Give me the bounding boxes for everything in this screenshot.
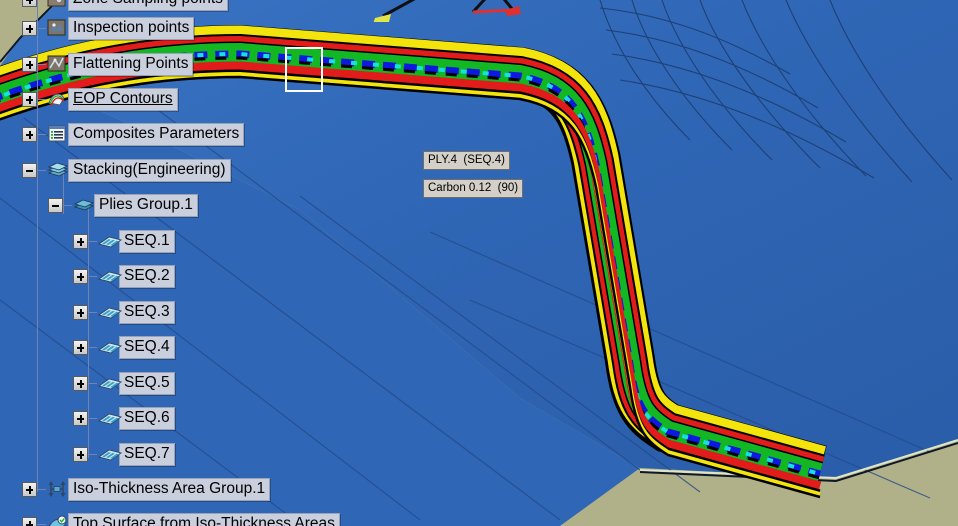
tree-label-seq-7[interactable]: SEQ.7	[119, 442, 175, 466]
compass-y-tip	[373, 14, 391, 22]
tree-connector	[37, 63, 46, 65]
tree-node-seq-3[interactable]: SEQ.3	[73, 300, 175, 324]
tree-node-seq-4[interactable]: SEQ.4	[73, 335, 175, 359]
tree-connector	[37, 27, 46, 29]
tree-label-top-surface[interactable]: Top Surface from Iso-Thickness Areas	[68, 512, 340, 526]
tree-connector	[37, 523, 46, 525]
expander-plus-icon[interactable]	[22, 126, 37, 142]
tree-label-seq-5[interactable]: SEQ.5	[119, 371, 175, 395]
tree-node-composites-parameters[interactable]: Composites Parameters	[22, 122, 245, 146]
expander-plus-icon[interactable]	[73, 446, 88, 462]
composites-parameters-icon	[46, 124, 68, 144]
tree-connector	[37, 169, 46, 171]
expander-plus-icon[interactable]	[22, 516, 37, 526]
sequence-icon	[97, 266, 123, 286]
tree-connector	[88, 275, 97, 277]
expander-plus-icon[interactable]	[22, 91, 37, 107]
tree-label-flattening-points[interactable]: Flattening Points	[68, 52, 194, 76]
tree-connector	[88, 382, 97, 384]
tree-connector	[88, 417, 97, 419]
eop-contours-icon	[46, 89, 68, 109]
tree-node-plies-group[interactable]: Plies Group.1	[48, 193, 198, 217]
expander-plus-icon[interactable]	[73, 233, 88, 249]
tree-node-seq-1[interactable]: SEQ.1	[73, 229, 175, 253]
tree-node-zone-sampling-points[interactable]: Zone Sampling points	[22, 0, 228, 11]
ply-callout-id[interactable]: PLY.4 (SEQ.4)	[423, 151, 510, 170]
zone-sampling-points-icon	[46, 0, 68, 9]
ply-selection-rectangle[interactable]	[285, 47, 323, 92]
tree-connector	[37, 488, 46, 490]
expander-plus-icon[interactable]	[73, 375, 88, 391]
tree-label-seq-1[interactable]: SEQ.1	[119, 229, 175, 253]
tree-node-stacking[interactable]: Stacking(Engineering)	[22, 158, 231, 182]
tree-label-eop-contours[interactable]: EOP Contours	[68, 87, 178, 111]
tree-connector	[63, 204, 72, 206]
ply-callout-mat[interactable]: Carbon 0.12 (90)	[423, 179, 524, 198]
tree-label-plies-group[interactable]: Plies Group.1	[94, 193, 198, 217]
tree-node-flattening-points[interactable]: Flattening Points	[22, 52, 194, 76]
top-surface-icon	[46, 514, 68, 526]
expander-plus-icon[interactable]	[73, 268, 88, 284]
tree-node-seq-5[interactable]: SEQ.5	[73, 371, 175, 395]
tree-connector	[88, 311, 97, 313]
sequence-icon	[97, 337, 123, 357]
expander-plus-icon[interactable]	[73, 339, 88, 355]
tree-node-iso-thickness-area-group[interactable]: Iso-Thickness Area Group.1	[22, 477, 271, 501]
sequence-icon	[97, 408, 123, 428]
tree-connector	[88, 346, 97, 348]
expander-plus-icon[interactable]	[22, 20, 37, 36]
stacking-icon	[46, 160, 69, 180]
catia-composites-window: PLY.4 (SEQ.4) Carbon 0.12 (90) Zone Samp…	[0, 0, 958, 526]
tree-label-seq-2[interactable]: SEQ.2	[119, 264, 175, 288]
tree-label-stacking[interactable]: Stacking(Engineering)	[68, 158, 231, 182]
iso-thickness-area-icon	[46, 479, 68, 499]
expander-plus-icon[interactable]	[22, 56, 37, 72]
tree-connector	[37, 133, 46, 135]
tree-connector	[88, 240, 97, 242]
compass-widget[interactable]	[355, 0, 535, 22]
expander-plus-icon[interactable]	[73, 304, 88, 320]
expander-plus-icon[interactable]	[22, 481, 37, 497]
tree-connector	[37, 98, 46, 100]
tree-node-seq-2[interactable]: SEQ.2	[73, 264, 175, 288]
inspection-points-icon	[46, 18, 68, 38]
flattening-points-icon	[46, 54, 68, 74]
tree-label-seq-6[interactable]: SEQ.6	[119, 406, 175, 430]
tree-connector	[88, 453, 97, 455]
expander-plus-icon[interactable]	[22, 0, 37, 7]
expander-minus-icon[interactable]	[48, 197, 63, 213]
tree-node-top-surface[interactable]: Top Surface from Iso-Thickness Areas	[22, 512, 340, 526]
tree-label-zone-sampling-points[interactable]: Zone Sampling points	[68, 0, 228, 11]
tree-node-seq-6[interactable]: SEQ.6	[73, 406, 175, 430]
tree-node-seq-7[interactable]: SEQ.7	[73, 442, 175, 466]
sequence-icon	[97, 444, 123, 464]
expander-minus-icon[interactable]	[22, 162, 37, 178]
tree-label-iso-thickness-area-group[interactable]: Iso-Thickness Area Group.1	[68, 477, 271, 501]
sequence-icon	[97, 373, 123, 393]
plies-group-icon	[72, 195, 95, 215]
compass-x-tip	[505, 6, 521, 16]
expander-plus-icon[interactable]	[73, 410, 88, 426]
tree-node-inspection-points[interactable]: Inspection points	[22, 16, 195, 40]
tree-label-inspection-points[interactable]: Inspection points	[68, 16, 195, 40]
tree-label-seq-3[interactable]: SEQ.3	[119, 300, 175, 324]
tree-node-eop-contours[interactable]: EOP Contours	[22, 87, 178, 111]
sequence-icon	[97, 231, 123, 251]
tree-label-seq-4[interactable]: SEQ.4	[119, 335, 175, 359]
tree-label-composites-parameters[interactable]: Composites Parameters	[68, 122, 245, 146]
sequence-icon	[97, 302, 123, 322]
